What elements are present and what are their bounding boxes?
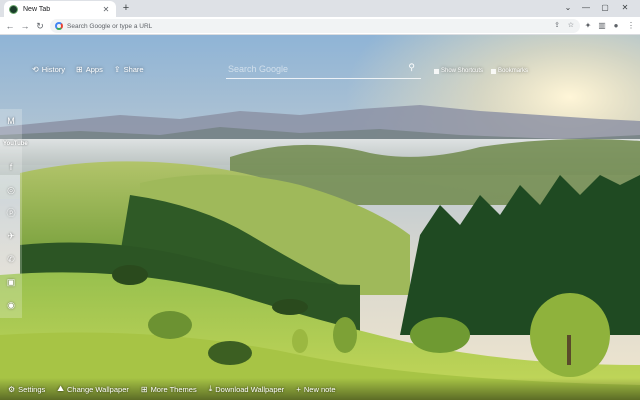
more-themes-label: More Themes [150,384,197,394]
back-button[interactable]: ← [4,20,16,32]
change-wallpaper-button[interactable]: ⛰ Change Wallpaper [57,384,129,394]
tab-search-icon[interactable]: ⌄ [560,2,576,14]
top-links: ⟲ History ⊞ Apps ⇪ Share [32,65,144,74]
history-label: History [41,65,66,74]
whatsapp-icon[interactable]: ✆ [3,251,19,268]
history-link[interactable]: ⟲ History [32,65,65,74]
checkbox-icon [491,68,497,74]
apps-link[interactable]: ⊞ Apps [76,65,103,74]
facebook-icon[interactable]: f [3,159,19,176]
tab-strip: New Tab ✕ + ⌄ — ▢ ✕ [0,0,640,17]
minimize-button[interactable]: — [578,2,594,14]
search-input[interactable] [228,62,398,76]
new-note-button[interactable]: + New note [296,385,335,394]
right-links: Show Shortcuts Bookmarks [434,68,528,74]
extensions-icon[interactable]: ✦ [582,20,594,32]
change-wallpaper-label: Change Wallpaper [67,384,129,394]
share-icon: ⇪ [113,65,121,74]
bookmark-star-icon[interactable]: ☆ [568,21,574,31]
download-wallpaper-button[interactable]: ⤓ Download Wallpaper [209,384,284,394]
search-icon[interactable]: ⚲ [408,62,415,73]
bookmarks-label: Bookmarks [498,68,529,74]
browser-toolbar: ← → ↻ Search Google or type a URL ⇪ ☆ ✦ … [0,17,640,35]
address-placeholder: Search Google or type a URL [67,22,153,30]
social-sidebar: M YouTube f ◎ ⓟ ✈ ✆ ▣ ◉ [0,109,28,318]
profile-icon[interactable]: ● [610,20,622,32]
tab-favicon-icon [9,4,18,14]
download-wallpaper-label: Download Wallpaper [215,384,285,394]
new-note-label: New note [303,384,336,394]
grid-icon: ⊞ [140,384,148,394]
settings-label: Settings [18,384,46,394]
new-tab-button[interactable]: + [120,2,132,14]
show-shortcuts-toggle[interactable]: Show Shortcuts [434,68,483,74]
tab-title: New Tab [23,5,51,13]
download-icon: ⤓ [208,384,213,393]
plus-icon: + [296,384,301,394]
instagram-icon[interactable]: ◎ [3,182,19,199]
reddit-icon[interactable]: ◉ [3,297,19,314]
google-icon [55,22,63,30]
search-box: ⚲ [226,59,421,79]
show-shortcuts-label: Show Shortcuts [441,68,484,74]
youtube-icon[interactable]: YouTube [3,136,28,153]
history-icon: ⟲ [32,65,39,74]
image-icon: ⛰ [57,384,65,393]
new-tab-page: ⟲ History ⊞ Apps ⇪ Share ⚲ Show Shortcut… [0,35,640,400]
menu-icon[interactable]: ⋮ [625,20,637,32]
reload-button[interactable]: ↻ [34,20,46,32]
sidebar-icon[interactable]: ▥ [596,20,608,32]
address-bar[interactable]: Search Google or type a URL ⇪ ☆ [50,19,580,33]
share-link[interactable]: ⇪ Share [114,65,144,74]
share-label: Share [123,65,144,74]
tab-new-tab[interactable]: New Tab ✕ [4,1,116,17]
share-page-icon[interactable]: ⇪ [554,21,560,31]
gear-icon: ⚙ [8,384,16,394]
apps-icon: ⊞ [76,65,83,74]
more-themes-button[interactable]: ⊞ More Themes [141,385,197,394]
apps-label: Apps [85,65,103,74]
forward-button[interactable]: → [19,20,31,32]
checkbox-icon [434,68,439,74]
close-window-button[interactable]: ✕ [617,2,633,14]
pinterest-icon[interactable]: ⓟ [3,205,19,222]
twitter-icon[interactable]: ✈ [3,228,19,245]
gmail-icon[interactable]: M [3,113,19,130]
bottom-bar: ⚙ Settings ⛰ Change Wallpaper ⊞ More The… [0,378,640,400]
landscape-wallpaper [0,35,640,400]
bookmarks-toggle[interactable]: Bookmarks [491,68,528,74]
settings-button[interactable]: ⚙ Settings [8,385,45,394]
tab-close-icon[interactable]: ✕ [101,5,111,14]
vk-icon[interactable]: ▣ [3,274,19,291]
maximize-button[interactable]: ▢ [597,2,613,14]
